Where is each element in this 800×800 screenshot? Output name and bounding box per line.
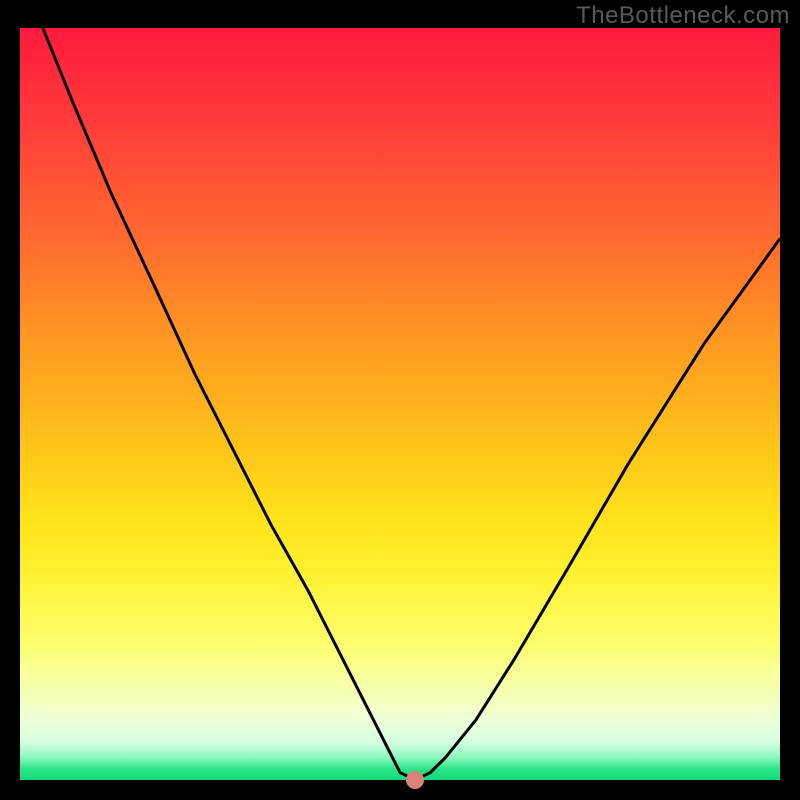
optimum-marker [406, 771, 424, 789]
plot-area [20, 28, 780, 780]
curve-svg [20, 28, 780, 780]
watermark-text: TheBottleneck.com [576, 2, 790, 30]
chart-frame: TheBottleneck.com [0, 0, 800, 800]
bottleneck-curve [20, 28, 780, 780]
